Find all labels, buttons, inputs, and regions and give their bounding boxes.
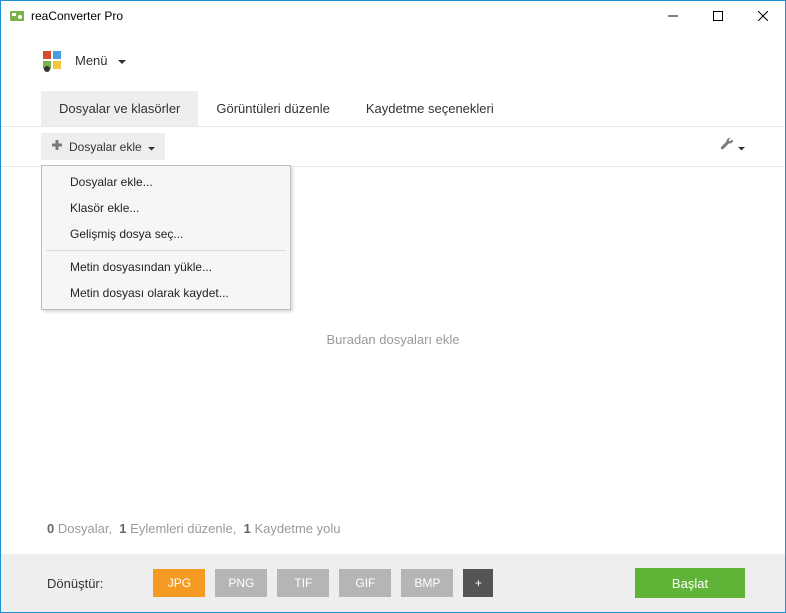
status-files-count: 0 [47,521,54,536]
settings-button[interactable] [720,137,745,156]
titlebar: reaConverter Pro [1,1,785,31]
start-button[interactable]: Başlat [635,568,745,598]
logo-icon [41,49,65,73]
caret-down-icon [118,52,126,70]
menu-item-add-files[interactable]: Dosyalar ekle... [42,169,290,195]
format-jpg-button[interactable]: JPG [153,569,205,597]
status-actions-count: 1 [119,521,126,536]
close-button[interactable] [740,1,785,31]
tabs: Dosyalar ve klasörler Görüntüleri düzenl… [1,91,785,127]
window-controls [650,1,785,31]
add-files-button[interactable]: Dosyalar ekle [41,133,165,160]
menu-item-advanced-select[interactable]: Gelişmiş dosya seç... [42,221,290,247]
format-png-button[interactable]: PNG [215,569,267,597]
menu-item-load-from-text[interactable]: Metin dosyasından yükle... [42,254,290,280]
tab-edit-images[interactable]: Görüntüleri düzenle [198,91,347,126]
format-add-button[interactable]: + [463,569,493,597]
status-actions-label: Eylemleri düzenle, [130,521,236,536]
app-icon [9,8,25,24]
tab-files[interactable]: Dosyalar ve klasörler [41,91,198,126]
maximize-button[interactable] [695,1,740,31]
menu-item-save-as-text[interactable]: Metin dosyası olarak kaydet... [42,280,290,306]
add-files-label: Dosyalar ekle [69,140,142,154]
status-path-label: Kaydetme yolu [254,521,340,536]
wrench-icon [720,137,734,156]
menu-separator [46,250,286,251]
plus-icon [51,139,63,154]
convert-label: Dönüştür: [47,576,103,591]
add-files-dropdown: Dosyalar ekle... Klasör ekle... Gelişmiş… [41,165,291,310]
caret-down-icon [738,138,745,156]
minimize-button[interactable] [650,1,695,31]
footer: Dönüştür: JPG PNG TIF GIF BMP + Başlat [1,554,785,612]
placeholder-text: Buradan dosyaları ekle [327,332,460,347]
app-window: reaConverter Pro Menü Dosyalar ve klasör… [0,0,786,613]
format-bmp-button[interactable]: BMP [401,569,453,597]
menu-bar: Menü [1,31,785,91]
status-path-count: 1 [244,521,251,536]
app-title: reaConverter Pro [31,9,123,23]
tab-save-options[interactable]: Kaydetme seçenekleri [348,91,512,126]
status-files-label: Dosyalar, [58,521,112,536]
caret-down-icon [148,140,155,154]
menu-item-add-folder[interactable]: Klasör ekle... [42,195,290,221]
toolbar: Dosyalar ekle Dosyalar ekle... Klasör ek… [1,127,785,167]
format-tif-button[interactable]: TIF [277,569,329,597]
format-gif-button[interactable]: GIF [339,569,391,597]
menu-label: Menü [75,53,108,68]
menu-button[interactable]: Menü [75,52,126,70]
status-bar: 0 Dosyalar, 1 Eylemleri düzenle, 1 Kayde… [1,511,785,554]
